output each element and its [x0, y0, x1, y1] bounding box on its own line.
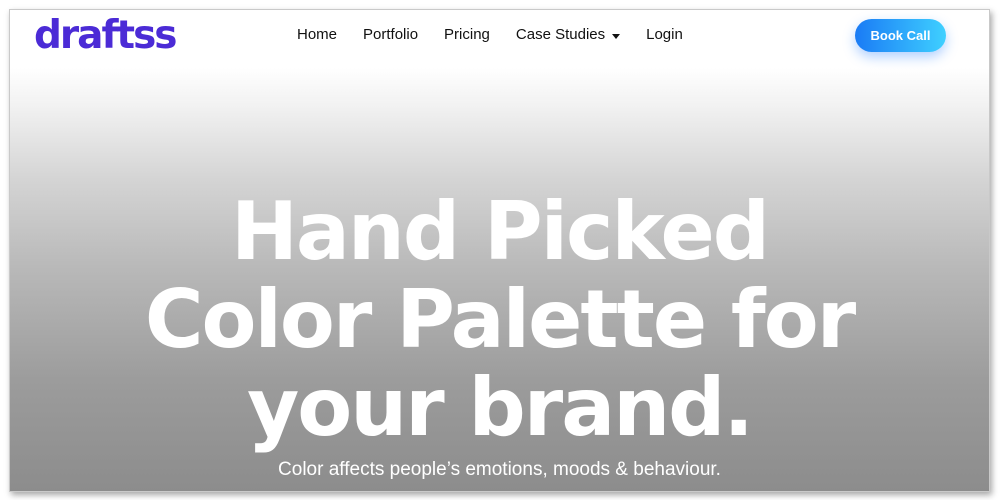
nav-link-label: Pricing	[444, 26, 490, 43]
nav-link-case-studies[interactable]: Case Studies	[515, 24, 621, 46]
caret-down-icon[interactable]	[612, 33, 621, 39]
page-frame: draftss Home Portfolio Pricing Case Stud…	[9, 9, 990, 492]
logo[interactable]: draftss	[34, 12, 178, 60]
hero-title-line: Hand Picked	[230, 185, 770, 278]
nav-link-home[interactable]: Home	[297, 24, 337, 46]
nav-link-label: Home	[297, 26, 338, 43]
nav-menu: Home Portfolio Pricing Case Studies Logi…	[297, 24, 709, 46]
nav-link-portfolio[interactable]: Portfolio	[363, 24, 418, 46]
nav-link-pricing[interactable]: Pricing	[444, 24, 490, 46]
nav-link-login[interactable]: Login	[646, 24, 683, 46]
navbar: draftss Home Portfolio Pricing Case Stud…	[10, 10, 989, 68]
nav-link-label: Login	[646, 26, 683, 43]
nav-link-label: Portfolio	[363, 26, 419, 43]
book-call-button[interactable]: Book Call	[855, 19, 946, 52]
hero-title: Hand Picked Color Palette for your brand…	[10, 188, 989, 452]
hero-title-line: Color Palette for	[144, 273, 856, 366]
hero-title-line: your brand.	[247, 361, 754, 454]
nav-link-label: Case Studies	[515, 26, 606, 43]
hero-subtitle: Color affects people’s emotions, moods &…	[278, 459, 721, 480]
